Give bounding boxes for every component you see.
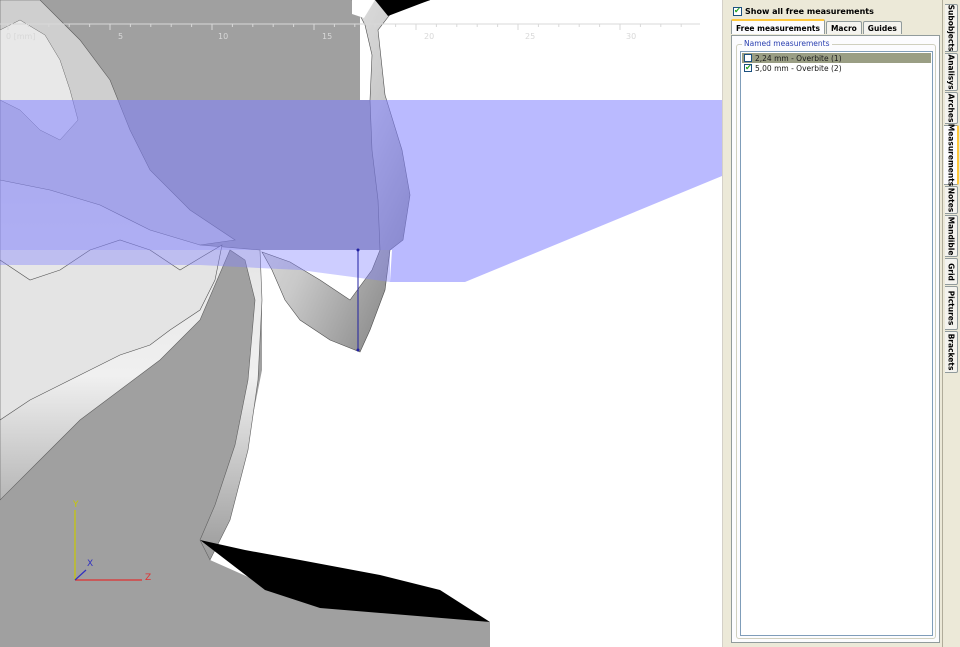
side-tab-arches[interactable]: Arches [945,92,958,124]
ruler-unit-label: 0 [mm] [6,32,36,41]
measurement-point-bottom [356,348,360,352]
side-tab-subobjects[interactable]: Subobjects [945,4,958,52]
measurement-tabs: Free measurements Macro Guides [731,19,903,35]
3d-viewport[interactable]: 0 [mm] 5 10 15 20 25 30 Y X Z [0,0,722,647]
measurement-checkbox[interactable] [744,54,752,62]
z-axis-label: Z [145,573,152,583]
side-tab-label: Analisys [946,54,956,90]
show-all-label: Show all free measurements [745,7,874,16]
side-tab-notes[interactable]: Notes [945,186,958,214]
side-tab-label: Measurements [946,123,955,187]
side-tab-label: Pictures [946,290,956,326]
side-tab-label: Arches [946,93,956,123]
side-tab-pictures[interactable]: Pictures [945,286,958,330]
y-axis-label: Y [73,500,79,510]
group-title: Named measurements [742,39,832,48]
show-all-free-measurements-toggle[interactable]: Show all free measurements [733,5,874,18]
tab-macro[interactable]: Macro [825,21,862,34]
side-tab-mandible[interactable]: Mandible [945,215,958,257]
side-tab-label: Brackets [946,333,956,371]
mm-ruler [0,23,700,30]
free-measurements-page: Named measurements 2,24 mm - Overbite (1… [731,35,940,643]
tab-free-measurements[interactable]: Free measurements [731,19,825,34]
side-tab-label: Mandible [946,216,956,256]
measurements-panel: Show all free measurements Free measurem… [728,0,942,647]
list-item[interactable]: 2,24 mm - Overbite (1) [742,53,931,63]
named-measurements-group: Named measurements 2,24 mm - Overbite (1… [736,39,936,639]
side-tab-label: Notes [946,187,956,213]
list-item[interactable]: 5,00 mm - Overbite (2) [742,63,931,73]
ruler-tick-label: 10 [218,32,229,41]
side-tab-analisys[interactable]: Analisys [945,53,958,91]
measurement-label: 5,00 mm - Overbite (2) [755,63,842,73]
side-tab-measurements[interactable]: Measurements [944,123,959,187]
x-axis-label: X [87,559,94,569]
ruler-tick-label: 20 [424,32,435,41]
side-tab-label: Subobjects [946,4,956,52]
show-all-checkbox[interactable] [733,6,742,16]
measurements-list[interactable]: 2,24 mm - Overbite (1) 5,00 mm - Overbit… [740,51,933,636]
measurement-label: 2,24 mm - Overbite (1) [755,53,842,63]
side-tab-strip: Subobjects Analisys Arches Measurements … [942,0,960,647]
ruler-tick-label: 25 [525,32,536,41]
side-tab-label: Grid [946,262,956,281]
side-tab-brackets[interactable]: Brackets [945,331,958,373]
measurement-point-top [356,248,360,252]
ruler-tick-label: 15 [322,32,333,41]
tab-guides[interactable]: Guides [862,21,902,34]
dental-model-scene[interactable] [0,0,722,647]
ruler-tick-label: 30 [626,32,637,41]
side-tab-grid[interactable]: Grid [945,258,958,285]
ruler-tick-label: 5 [118,32,124,41]
measurement-checkbox[interactable] [744,63,752,72]
